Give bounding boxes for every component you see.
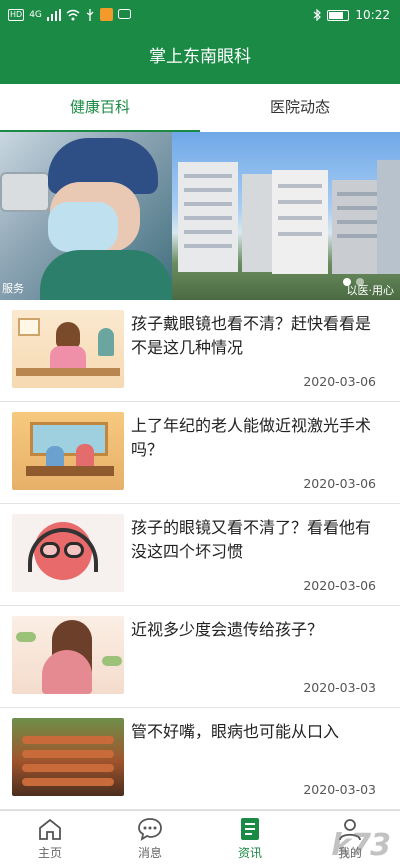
news-icon (241, 818, 259, 840)
carousel-dot[interactable] (356, 278, 364, 286)
building-shape (272, 170, 328, 274)
list-item[interactable]: 孩子戴眼镜也看不清？赶快看看是不是这几种情况 2020-03-06 (0, 300, 400, 402)
signal-icon (46, 8, 61, 21)
list-item[interactable]: 孩子的眼镜又看不清了？看看他有没这四个坏习惯 2020-03-06 (0, 504, 400, 606)
chat-icon (138, 818, 162, 841)
usb-icon (86, 8, 94, 21)
hd-icon: HD (8, 8, 25, 21)
battery-icon (327, 9, 350, 21)
status-bar: HD 4G 10:22 (0, 0, 400, 32)
tab-bar: 健康百科 医院动态 (0, 84, 400, 132)
banner-slide-hospital: 以医·用心 (172, 132, 400, 300)
building-shape (242, 174, 272, 272)
carousel-indicator (343, 278, 364, 286)
bluetooth-icon (314, 9, 322, 21)
status-left-icons: HD 4G (8, 8, 131, 21)
article-title: 管不好嘴，眼病也可能从口入 (131, 722, 340, 741)
article-thumbnail (12, 718, 124, 796)
banner-slide-doctor: 服务 (0, 132, 172, 300)
nav-news-label: 资讯 (237, 846, 262, 860)
article-date: 2020-03-06 (303, 374, 376, 389)
article-title: 孩子戴眼镜也看不清？赶快看看是不是这几种情况 (131, 314, 372, 357)
article-list: 孩子戴眼镜也看不清？赶快看看是不是这几种情况 2020-03-06 上了年纪的老… (0, 300, 400, 810)
wifi-icon (66, 9, 80, 20)
article-thumbnail (12, 514, 124, 592)
nav-home[interactable]: 主页 (0, 811, 100, 867)
watermark-logo: k73 (331, 828, 391, 863)
message-icon (117, 8, 131, 19)
status-right-icons: 10:22 (313, 8, 390, 22)
nav-home-label: 主页 (37, 846, 62, 860)
nav-news[interactable]: 资讯 (200, 811, 300, 867)
page-title: 掌上东南眼科 (149, 47, 251, 67)
surgical-gown-shape (40, 250, 172, 300)
building-shape (377, 160, 400, 274)
article-date: 2020-03-03 (303, 680, 376, 695)
nav-messages[interactable]: 消息 (100, 811, 200, 867)
article-title: 近视多少度会遗传给孩子？ (131, 620, 324, 639)
article-date: 2020-03-03 (303, 782, 376, 797)
tab-health-encyclopedia[interactable]: 健康百科 (0, 84, 200, 132)
building-shape (332, 180, 382, 274)
status-time: 10:22 (355, 8, 390, 22)
app-bar: 掌上东南眼科 (0, 32, 400, 84)
list-item[interactable]: 管不好嘴，眼病也可能从口入 2020-03-03 (0, 708, 400, 810)
article-thumbnail (12, 310, 124, 388)
banner-carousel[interactable]: 服务 以医·用心 (0, 132, 400, 300)
banner-left-caption: 服务 (2, 282, 24, 295)
surgical-mask-shape (48, 202, 118, 252)
microscope-shape (0, 172, 50, 212)
home-icon (39, 818, 61, 840)
article-thumbnail (12, 616, 124, 694)
article-date: 2020-03-06 (303, 578, 376, 593)
article-thumbnail (12, 412, 124, 490)
article-title: 上了年纪的老人能做近视激光手术吗？ (131, 416, 372, 459)
app-notification-icon (99, 8, 113, 21)
list-item[interactable]: 近视多少度会遗传给孩子？ 2020-03-03 (0, 606, 400, 708)
article-date: 2020-03-06 (303, 476, 376, 491)
article-title: 孩子的眼镜又看不清了？看看他有没这四个坏习惯 (131, 518, 372, 561)
tab-hospital-news[interactable]: 医院动态 (200, 84, 400, 132)
nav-messages-label: 消息 (137, 846, 162, 860)
building-shape (178, 162, 238, 272)
network-type-label: 4G (29, 9, 42, 20)
carousel-dot-active[interactable] (343, 278, 351, 286)
list-item[interactable]: 上了年纪的老人能做近视激光手术吗？ 2020-03-06 (0, 402, 400, 504)
